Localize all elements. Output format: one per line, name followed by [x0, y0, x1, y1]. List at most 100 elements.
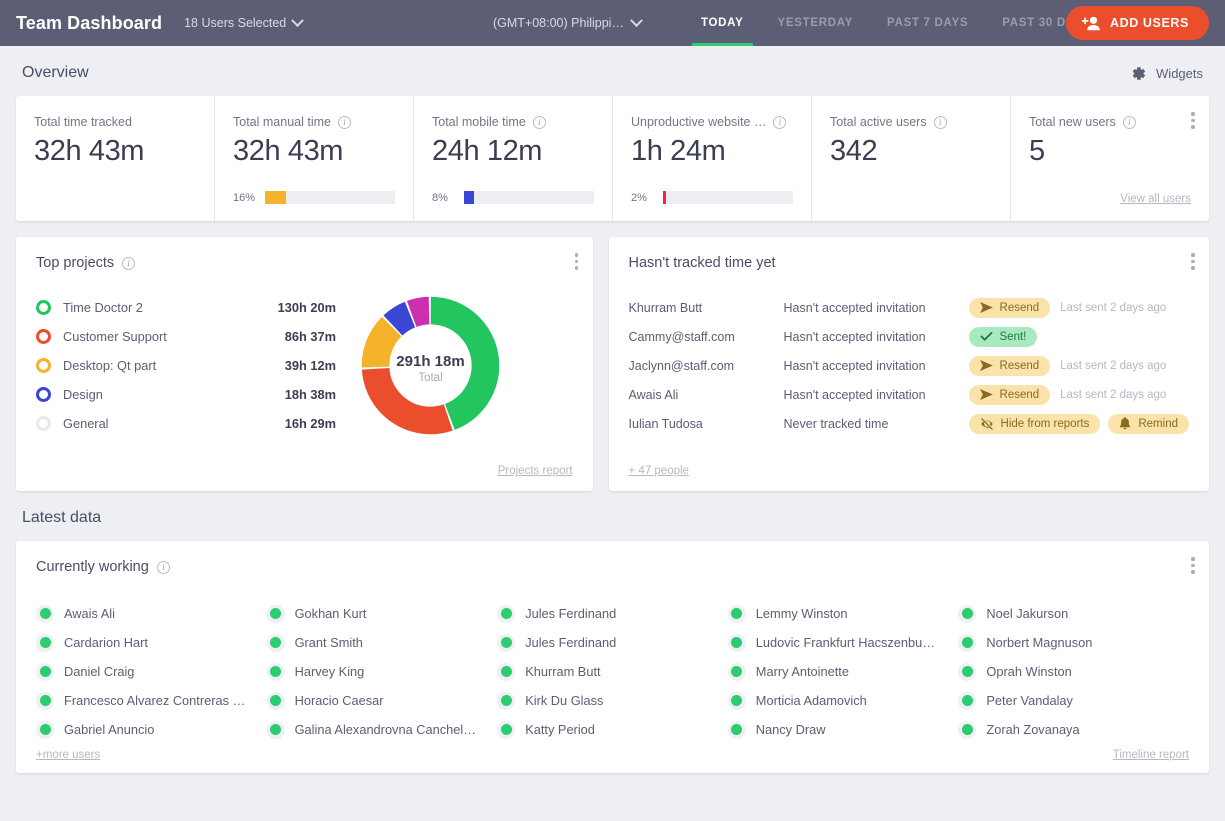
resend-button[interactable]: Resend — [969, 298, 1051, 318]
online-status-icon — [731, 724, 742, 735]
list-item[interactable]: Gabriel Anuncio — [36, 715, 267, 744]
top-projects-options-menu[interactable] — [575, 253, 579, 273]
tab-today[interactable]: TODAY — [684, 0, 761, 46]
more-people-link[interactable]: + 47 people — [629, 465, 689, 477]
add-users-label: ADD USERS — [1110, 16, 1189, 30]
currently-working-header: Currently working i — [36, 559, 1189, 575]
table-row: Cammy@staff.com Hasn't accepted invitati… — [629, 322, 1189, 351]
list-item[interactable]: Nancy Draw — [728, 715, 959, 744]
list-item[interactable]: Noel Jakurson — [958, 599, 1189, 628]
status-dot-wrapper — [958, 721, 976, 739]
list-item[interactable]: Awais Ali — [36, 599, 267, 628]
list-item[interactable]: Kirk Du Glass — [497, 686, 728, 715]
view-all-users-link[interactable]: View all users — [1120, 193, 1191, 205]
user-name: Awais Ali — [629, 388, 784, 402]
tab-yesterday[interactable]: YESTERDAY — [761, 0, 871, 46]
user-name: Awais Ali — [64, 606, 123, 621]
list-item[interactable]: Harvey King — [267, 657, 498, 686]
resend-button[interactable]: Resend — [969, 356, 1051, 376]
remind-button[interactable]: Remind — [1108, 414, 1189, 434]
list-item[interactable]: Desktop: Qt part 39h 12m — [36, 351, 336, 380]
online-status-icon — [731, 695, 742, 706]
list-item[interactable]: Jules Ferdinand — [497, 599, 728, 628]
list-item[interactable]: Ludovic Frankfurt Hacszenbu… — [728, 628, 959, 657]
project-name: Customer Support — [63, 329, 167, 344]
stat-card-total-new-users: Total new users i 5 View all users — [1011, 96, 1209, 221]
stat-label: Total manual time i — [233, 115, 395, 129]
list-item[interactable]: Zorah Zovanaya — [958, 715, 1189, 744]
currently-working-options-menu[interactable] — [1191, 557, 1195, 577]
projects-report-link[interactable]: Projects report — [498, 465, 573, 477]
online-status-icon — [40, 724, 51, 735]
list-item[interactable]: Jules Ferdinand — [497, 628, 728, 657]
list-item[interactable]: Norbert Magnuson — [958, 628, 1189, 657]
user-name: Galina Alexandrovna Canchel… — [295, 722, 484, 737]
info-icon[interactable]: i — [1123, 116, 1136, 129]
online-status-icon — [40, 666, 51, 677]
info-icon[interactable]: i — [338, 116, 351, 129]
hide-from-reports-button[interactable]: Hide from reports — [969, 414, 1101, 434]
status-dot-wrapper — [36, 692, 54, 710]
top-projects-legend: Time Doctor 2 130h 20m Customer Support … — [36, 293, 336, 443]
list-item[interactable]: Cardarion Hart — [36, 628, 267, 657]
widgets-button[interactable]: Widgets — [1130, 65, 1203, 82]
timezone-dropdown[interactable]: (GMT+08:00) Philippi… — [493, 16, 641, 30]
stat-label-text: Total active users — [830, 115, 927, 129]
list-item[interactable]: Katty Period — [497, 715, 728, 744]
list-item[interactable]: Morticia Adamovich — [728, 686, 959, 715]
stat-label-text: Total manual time — [233, 115, 331, 129]
info-icon[interactable]: i — [934, 116, 947, 129]
list-item[interactable]: Horacio Caesar — [267, 686, 498, 715]
tab-past-7-days[interactable]: PAST 7 DAYS — [870, 0, 985, 46]
list-item[interactable]: Marry Antoinette — [728, 657, 959, 686]
list-item[interactable]: Galina Alexandrovna Canchel… — [267, 715, 498, 744]
top-projects-title: Top projects — [36, 255, 114, 271]
list-item[interactable]: Time Doctor 2 130h 20m — [36, 293, 336, 322]
last-sent-note: Last sent 2 days ago — [1060, 360, 1166, 372]
chevron-down-icon — [291, 14, 304, 27]
info-icon[interactable]: i — [122, 257, 135, 270]
list-item[interactable]: Peter Vandalay — [958, 686, 1189, 715]
info-icon[interactable]: i — [773, 116, 786, 129]
list-item[interactable]: Design 18h 38m — [36, 380, 336, 409]
status-dot-wrapper — [497, 663, 515, 681]
user-status: Hasn't accepted invitation — [784, 301, 969, 315]
stat-label: Total new users i — [1029, 115, 1191, 129]
list-item[interactable]: Grant Smith — [267, 628, 498, 657]
more-users-link[interactable]: +more users — [36, 749, 100, 761]
last-sent-note: Last sent 2 days ago — [1060, 389, 1166, 401]
list-item[interactable]: Francesco Alvarez Contreras … — [36, 686, 267, 715]
overview-options-menu[interactable] — [1191, 112, 1195, 132]
list-item[interactable]: Customer Support 86h 37m — [36, 322, 336, 351]
users-selected-dropdown[interactable]: 18 Users Selected — [184, 16, 302, 30]
project-name: Desktop: Qt part — [63, 358, 156, 373]
list-item[interactable]: Lemmy Winston — [728, 599, 959, 628]
list-item[interactable]: Khurram Butt — [497, 657, 728, 686]
user-name: Daniel Craig — [64, 664, 142, 679]
remind-label: Remind — [1138, 418, 1178, 430]
list-item[interactable]: General 16h 29m — [36, 409, 336, 438]
add-users-button[interactable]: ADD USERS — [1066, 6, 1209, 40]
info-icon[interactable]: i — [157, 561, 170, 574]
progress-track — [265, 191, 395, 204]
list-item[interactable]: Oprah Winston — [958, 657, 1189, 686]
list-item[interactable]: Daniel Craig — [36, 657, 267, 686]
online-status-icon — [501, 637, 512, 648]
online-status-icon — [270, 608, 281, 619]
latest-data-section-header: Latest data — [0, 491, 1225, 541]
stat-progress: 16% — [233, 191, 395, 204]
stat-label-text: Unproductive website … — [631, 115, 766, 129]
online-status-icon — [501, 695, 512, 706]
online-status-icon — [731, 637, 742, 648]
list-item[interactable]: Gokhan Kurt — [267, 599, 498, 628]
status-dot-wrapper — [958, 692, 976, 710]
resend-button[interactable]: Resend — [969, 385, 1051, 405]
timeline-report-link[interactable]: Timeline report — [1113, 749, 1189, 761]
hasnt-tracked-options-menu[interactable] — [1191, 253, 1195, 273]
online-status-icon — [270, 637, 281, 648]
info-icon[interactable]: i — [533, 116, 546, 129]
eye-off-icon — [980, 418, 994, 430]
user-name: Jules Ferdinand — [525, 635, 624, 650]
send-icon — [980, 360, 993, 371]
user-name: Kirk Du Glass — [525, 693, 611, 708]
